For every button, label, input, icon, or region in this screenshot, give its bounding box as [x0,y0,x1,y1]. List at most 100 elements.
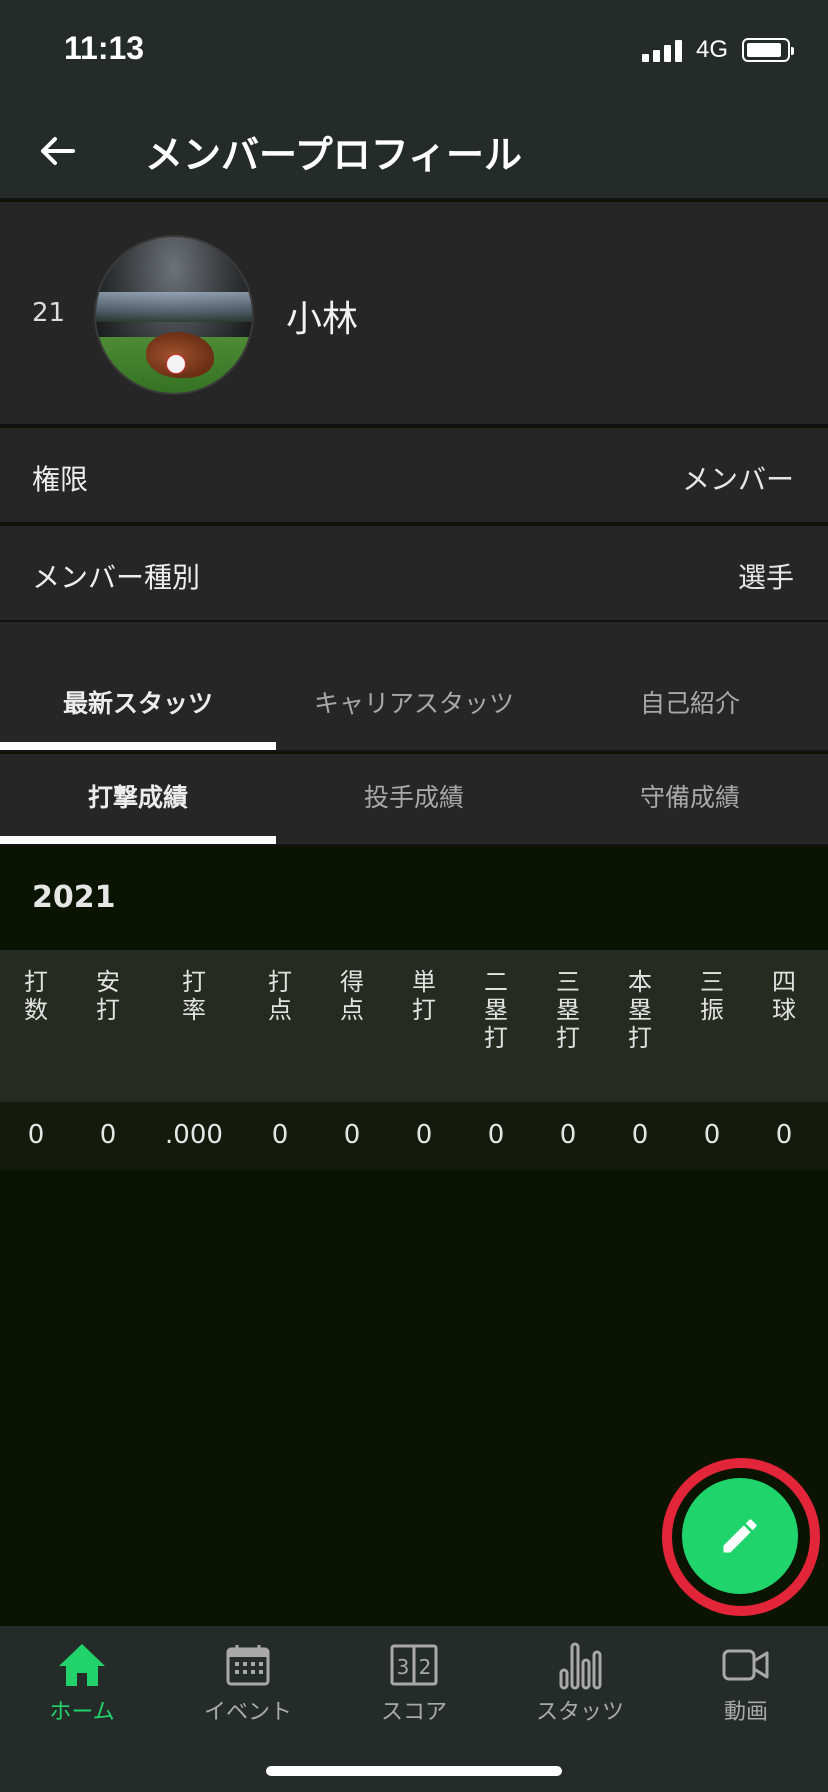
nav-video[interactable]: 動画 [676,1638,816,1726]
scoreboard-icon: 3 2 [390,1644,438,1686]
stats-header-char: 塁 [628,996,652,1024]
status-time: 11:13 [64,30,145,66]
nav-label: スタッツ [535,1700,624,1725]
stats-header-char: 打 [96,996,120,1024]
uniform-number: 21 [32,298,66,328]
nav-label: イベント [203,1700,292,1725]
tab-label: 投手成績 [363,783,464,812]
tab-label: 守備成績 [639,783,740,812]
stats-header-cell: 打数 [0,950,72,1102]
stats-header-cell: 二塁打 [460,950,532,1102]
bar-chart-icon [559,1642,602,1690]
status-indicators: 4G [641,36,794,64]
stats-value-cell: 0 [27,1120,45,1150]
arrow-left-icon [41,137,75,165]
stats-table-header: 打数安打打率打点得点単打二塁打三塁打本塁打三振四球 [0,950,828,1102]
stats-header-char: 点 [268,996,292,1024]
info-value: メンバー [681,463,794,496]
stats-header-char: 振 [700,996,724,1024]
home-icon [59,1644,105,1686]
stats-header-char: 本 [628,968,652,996]
stats-header-cell: 打率 [144,950,244,1102]
stats-header-char: 単 [412,968,436,996]
info-row-permission: 権限 メンバー [0,428,828,524]
tab-indicator [0,742,276,750]
stats-header-char: 打 [182,968,206,996]
battery-icon [742,38,794,62]
app-bar: メンバープロフィール [0,100,828,200]
stats-header-char: 打 [628,1024,652,1052]
stats-value-cell: 0 [487,1120,505,1150]
stats-header-char: 打 [556,1024,580,1052]
stats-header-char: 安 [96,968,120,996]
nav-label: ホーム [49,1700,115,1725]
stats-value-cell: 0 [559,1120,577,1150]
stats-header-char: 打 [484,1024,508,1052]
stats-header-cell: 四球 [748,950,820,1102]
stats-header-char: 打 [412,996,436,1024]
nav-label: スコア [380,1700,447,1725]
stats-table-row: 0 0 .000 0 0 0 0 0 0 0 0 [0,1102,828,1170]
stats-header-cell: 安打 [72,950,144,1102]
tab-latest-stats[interactable]: 最新スタッツ [0,660,276,750]
stats-header-char: 打 [24,968,48,996]
svg-text:2: 2 [419,1655,432,1679]
info-row-member-type: メンバー種別 選手 [0,526,828,622]
stats-header-char: 三 [700,968,724,996]
section-spacer [0,622,828,662]
nav-events[interactable]: イベント [178,1638,318,1726]
info-label: 権限 [32,463,89,496]
tab-fielding[interactable]: 守備成績 [552,754,828,844]
stats-value-cell: 0 [99,1120,117,1150]
calendar-icon [226,1645,270,1686]
video-camera-icon [722,1649,769,1681]
tab-self-introduction[interactable]: 自己紹介 [552,660,828,750]
home-indicator[interactable] [266,1766,562,1776]
stats-value-cell: .000 [165,1120,223,1150]
status-bar: 11:13 4G [0,0,828,100]
tab-label: 最新スタッツ [62,689,213,718]
pencil-icon [723,1519,757,1553]
stats-header-char: 得 [340,968,364,996]
nav-score[interactable]: 3 2 スコア [344,1638,484,1726]
stats-header-cell: 三塁打 [532,950,604,1102]
tab-career-stats[interactable]: キャリアスタッツ [276,660,552,750]
profile-header: 21 小林 [0,202,828,426]
edit-button[interactable] [682,1478,798,1594]
tab-pitching[interactable]: 投手成績 [276,754,552,844]
page-title: メンバープロフィール [145,133,522,177]
stats-value-cell: 0 [415,1120,433,1150]
stats-header-cell: 打点 [244,950,316,1102]
stats-value-cell: 0 [703,1120,721,1150]
avatar[interactable] [94,235,254,395]
stats-header-cell: 単打 [388,950,460,1102]
stats-header-char: 三 [556,968,580,996]
nav-stats[interactable]: スタッツ [510,1638,650,1726]
cellular-signal-icon [641,38,682,62]
sub-tabs: 打撃成績 投手成績 守備成績 [0,754,828,846]
stats-header-char: 塁 [484,996,508,1024]
tab-label: 打撃成績 [87,783,188,812]
tab-batting[interactable]: 打撃成績 [0,754,276,844]
stats-year: 2021 [32,880,116,915]
stats-header-char: 塁 [556,996,580,1024]
svg-text:3: 3 [397,1655,410,1679]
member-name: 小林 [286,299,359,340]
stats-header-char: 二 [484,968,508,996]
stats-header-char: 打 [268,968,292,996]
stats-header-char: 球 [772,996,796,1024]
tab-label: キャリアスタッツ [313,689,514,718]
stats-value-cell: 0 [271,1120,289,1150]
stats-value-cell: 0 [631,1120,649,1150]
stats-header-cell: 三振 [676,950,748,1102]
back-button[interactable] [32,126,82,176]
stats-header-cell: 得点 [316,950,388,1102]
info-value: 選手 [737,561,794,594]
stats-header-cell: 本塁打 [604,950,676,1102]
stats-header-char: 点 [340,996,364,1024]
nav-home[interactable]: ホーム [12,1638,152,1726]
stats-header-char: 率 [182,996,206,1024]
stats-value-cell: 0 [343,1120,361,1150]
network-type: 4G [695,36,728,63]
info-label: メンバー種別 [32,561,201,594]
